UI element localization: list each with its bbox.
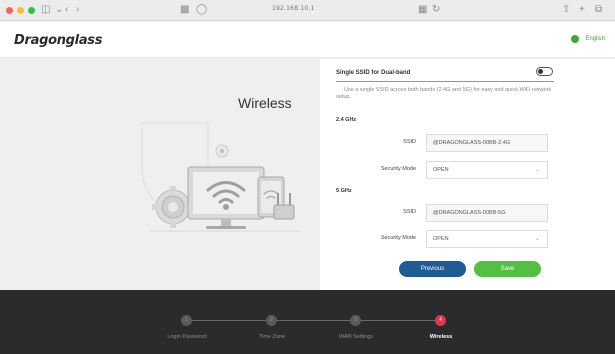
chevron-down-icon: ⌄ <box>534 236 540 242</box>
step-3-label: WAN Settings <box>338 334 374 340</box>
ssid-24-label: SSID <box>403 139 416 145</box>
ssid-24-value: @DRAGONGLASS-00BB-2.4G <box>433 140 511 146</box>
step-3-indicator: 3 <box>350 315 361 326</box>
ssid-24-input[interactable]: @DRAGONGLASS-00BB-2.4G <box>426 134 548 152</box>
step-connector <box>276 320 356 321</box>
privacy-icon[interactable]: ◯ <box>196 4 207 16</box>
step-connector <box>361 320 441 321</box>
app-header: Dragonglass English <box>0 22 615 58</box>
shield-icon[interactable]: ▩ <box>180 4 189 16</box>
sidebar-icon[interactable]: ◫ <box>41 4 50 16</box>
language-label[interactable]: English <box>585 36 605 42</box>
security-24-select[interactable]: OPEN ⌄ <box>426 161 548 179</box>
security-5-select[interactable]: OPEN ⌄ <box>426 230 548 248</box>
toggle-knob <box>538 69 543 74</box>
illustration-pane: Wireless <box>0 59 320 290</box>
page-title: Wireless <box>238 95 292 111</box>
ssid-5-label: SSID <box>403 209 416 215</box>
wireless-illustration <box>141 122 300 232</box>
address-bar[interactable]: 192.168.10.1 <box>272 5 314 12</box>
translate-icon[interactable]: ▦ <box>418 4 427 16</box>
ssid-5-input[interactable]: @DRAGONGLASS-00BB-5G <box>426 204 548 222</box>
step-1-label: Login Password <box>167 334 207 340</box>
browser-toolbar: ◫ ⌄ ‹ › ▩ ◯ 192.168.10.1 ▦ ↻ ⇧ + ⧉ <box>0 0 615 21</box>
step-1-indicator: 1 <box>181 315 192 326</box>
step-2-indicator: 2 <box>266 315 277 326</box>
sidebar-chevron-icon[interactable]: ⌄ <box>55 4 63 16</box>
setup-stepper: 1 2 3 4 Login Password Time Zone WAN Set… <box>0 290 615 354</box>
previous-button[interactable]: Previous <box>399 261 466 277</box>
forward-icon[interactable]: › <box>76 4 79 16</box>
save-button[interactable]: Save <box>474 261 541 277</box>
chevron-down-icon: ⌄ <box>534 167 540 173</box>
step-4-indicator: 4 <box>435 315 446 326</box>
section-divider <box>336 81 554 82</box>
single-ssid-toggle[interactable] <box>536 67 553 76</box>
close-window-button[interactable] <box>6 6 13 14</box>
security-5-value: OPEN <box>433 236 449 242</box>
step-4-label: Wireless <box>429 334 453 340</box>
minimize-window-button[interactable] <box>17 6 24 14</box>
back-icon[interactable]: ‹ <box>65 4 68 16</box>
reload-icon[interactable]: ↻ <box>432 4 440 16</box>
band-24-heading: 2.4 GHz <box>336 117 357 123</box>
brand-logo: Dragonglass <box>14 33 103 48</box>
share-icon[interactable]: ⇧ <box>562 4 570 16</box>
language-selector[interactable]: English <box>571 35 605 43</box>
globe-icon <box>571 35 580 43</box>
window-controls <box>6 6 35 14</box>
single-ssid-description: Use a single SSID across both bands (2.4… <box>336 87 552 100</box>
new-tab-icon[interactable]: + <box>579 4 585 16</box>
security-24-label: Security Mode <box>380 166 416 172</box>
step-connector <box>192 320 272 321</box>
security-5-label: Security Mode <box>380 235 416 241</box>
ssid-5-value: @DRAGONGLASS-00BB-5G <box>433 210 506 216</box>
band-5-heading: 5 GHz <box>336 188 352 194</box>
security-24-value: OPEN <box>433 167 449 173</box>
single-ssid-title: Single SSID for Dual-band <box>336 70 411 76</box>
step-2-label: Time Zone <box>258 334 286 340</box>
zoom-window-button[interactable] <box>28 6 35 14</box>
tabs-icon[interactable]: ⧉ <box>595 4 602 16</box>
